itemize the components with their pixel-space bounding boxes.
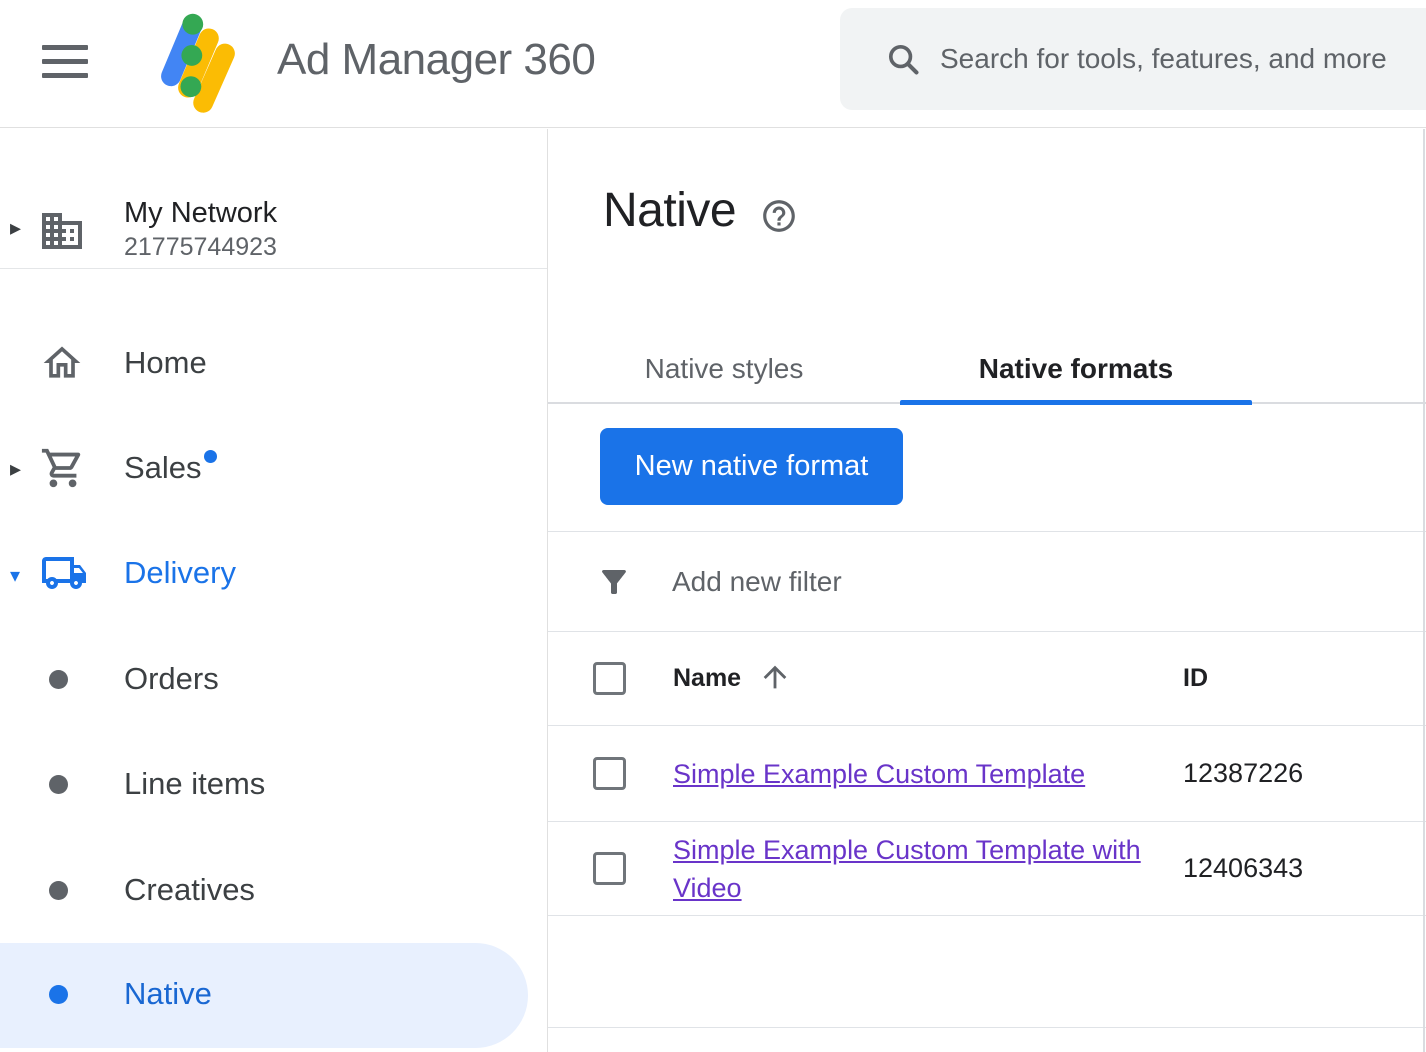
sidebar-item-delivery[interactable]: ▾ Delivery <box>0 541 547 605</box>
sidebar-item-creatives[interactable]: Creatives <box>0 858 547 922</box>
sort-ascending-icon[interactable] <box>758 660 792 694</box>
sidebar-item-home[interactable]: Home <box>0 331 547 395</box>
search-input[interactable] <box>940 8 1426 110</box>
sidebar-item-label: Creatives <box>124 872 255 908</box>
sidebar: ▸ My Network 21775744923 Home ▸ Sales ▾ … <box>0 129 548 1052</box>
main-content: Native Native styles Native formats New … <box>548 129 1426 1052</box>
sidebar-item-label: Orders <box>124 661 219 697</box>
table-row: Simple Example Custom Template 12387226 <box>548 726 1426 822</box>
tab-native-formats[interactable]: Native formats <box>900 333 1252 404</box>
sidebar-item-label: Home <box>124 345 207 381</box>
new-native-format-button[interactable]: New native format <box>600 428 903 505</box>
global-search-bar[interactable] <box>840 8 1426 110</box>
row-checkbox[interactable] <box>593 757 626 790</box>
network-selector[interactable]: ▸ My Network 21775744923 <box>0 159 547 269</box>
sidebar-item-line-items[interactable]: Line items <box>0 752 547 816</box>
column-header-id: ID <box>1183 664 1208 693</box>
sidebar-item-label: Sales <box>124 450 202 486</box>
tab-bar: Native styles Native formats <box>548 333 1426 404</box>
content-right-border <box>1423 129 1425 1052</box>
sidebar-item-sales[interactable]: ▸ Sales <box>0 436 547 500</box>
sidebar-item-native[interactable]: Native <box>0 962 547 1026</box>
native-format-link[interactable]: Simple Example Custom Template <box>673 755 1085 793</box>
help-icon[interactable] <box>760 197 798 235</box>
row-id: 12406343 <box>1183 822 1303 915</box>
bullet-icon <box>49 881 68 900</box>
bullet-icon <box>49 670 68 689</box>
bullet-icon <box>49 775 68 794</box>
sidebar-item-orders[interactable]: Orders <box>0 647 547 711</box>
add-filter-row[interactable]: Add new filter <box>548 531 1426 632</box>
sidebar-item-label: Line items <box>124 766 265 802</box>
empty-table-row <box>548 916 1426 1028</box>
row-checkbox[interactable] <box>593 852 626 885</box>
app-header: Ad Manager 360 <box>0 0 1426 128</box>
select-all-checkbox[interactable] <box>593 662 626 695</box>
sidebar-item-label: Delivery <box>124 555 236 591</box>
sidebar-divider <box>0 268 547 269</box>
bullet-icon <box>49 985 68 1004</box>
chevron-right-icon[interactable]: ▸ <box>10 215 21 241</box>
hamburger-menu-icon[interactable] <box>42 45 88 79</box>
row-id: 12387226 <box>1183 726 1303 821</box>
building-icon <box>38 207 86 255</box>
page-title: Native <box>603 181 736 241</box>
native-format-link[interactable]: Simple Example Custom Template with Vide… <box>673 831 1148 907</box>
filter-funnel-icon <box>596 564 632 600</box>
chevron-down-icon[interactable]: ▾ <box>10 563 20 588</box>
app-title: Ad Manager 360 <box>277 34 595 86</box>
truck-icon <box>40 549 88 597</box>
sidebar-item-label: Native <box>124 976 212 1012</box>
cart-icon <box>40 445 86 491</box>
notification-dot <box>204 450 217 463</box>
tab-native-styles[interactable]: Native styles <box>548 333 900 404</box>
network-id: 21775744923 <box>124 233 277 262</box>
chevron-right-icon[interactable]: ▸ <box>10 456 21 482</box>
home-icon <box>40 341 84 385</box>
ad-manager-logo-icon <box>150 10 245 116</box>
column-header-name[interactable]: Name <box>673 664 741 693</box>
table-row: Simple Example Custom Template with Vide… <box>548 822 1426 916</box>
active-tab-underline <box>900 400 1252 405</box>
search-icon <box>884 40 922 78</box>
table-header-row: Name ID <box>548 632 1426 726</box>
add-filter-placeholder: Add new filter <box>672 566 842 598</box>
network-name: My Network <box>124 197 277 230</box>
